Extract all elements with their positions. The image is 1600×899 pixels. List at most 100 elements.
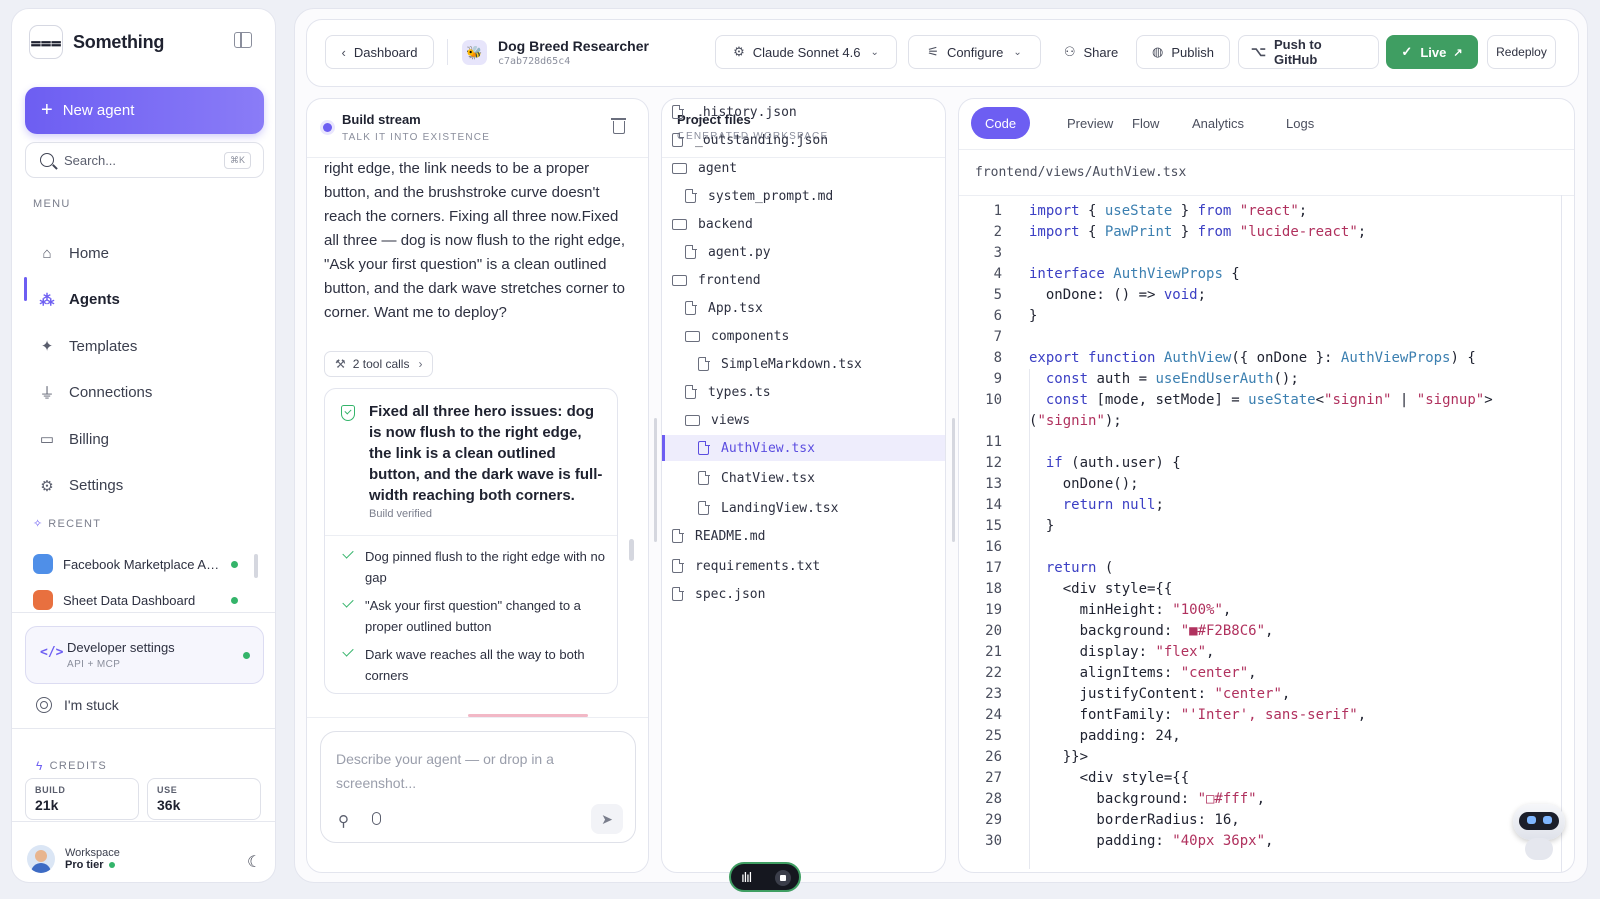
tab-preview[interactable]: Preview (1053, 107, 1127, 139)
new-agent-button[interactable]: + New agent (25, 87, 264, 134)
credit-key: BUILD (35, 785, 66, 795)
tab-code[interactable]: Code (971, 107, 1031, 139)
file-row[interactable]: _history.json (662, 99, 945, 125)
file-row[interactable]: README.md (662, 523, 945, 549)
im-stuck-link[interactable]: I'm stuck (36, 697, 119, 713)
push-to-github-button[interactable]: ⌥ Push to GitHub (1238, 35, 1379, 69)
folder-row[interactable]: backend (662, 211, 945, 237)
credit-key: USE (157, 785, 178, 795)
recent-item-label: Facebook Marketplace Au... (63, 556, 223, 572)
tab-logs[interactable]: Logs (1272, 107, 1328, 139)
file-row[interactable]: App.tsx (662, 295, 945, 321)
redeploy-button[interactable]: Redeploy (1487, 35, 1556, 69)
share-button[interactable]: ⚇ Share (1053, 35, 1129, 69)
workspace-switcher[interactable]: Workspace Pro tier (27, 845, 120, 873)
tool-calls-toggle[interactable]: ⚒ 2 tool calls › (324, 351, 434, 377)
credit-value: 36k (157, 797, 181, 813)
recent-label-text: RECENT (48, 517, 102, 530)
back-to-dashboard-button[interactable]: ‹ Dashboard (325, 35, 434, 69)
line-number: 17 (985, 560, 1002, 576)
recent-label: ✧ RECENT (33, 517, 102, 531)
code-text: if (auth.user) { (1045, 455, 1181, 471)
file-path: frontend/views/AuthView.tsx (975, 165, 1187, 180)
voice-recording-bar[interactable]: ılıl (729, 862, 801, 892)
code-line: 28 background: "□#fff", (959, 789, 1574, 810)
file-name: agent (698, 160, 738, 176)
file-icon (685, 244, 697, 259)
sidebar-item-connections[interactable]: ⏚ Connections (25, 373, 264, 413)
file-row[interactable]: SimpleMarkdown.tsx (662, 351, 945, 377)
live-button[interactable]: ✓ Live ↗ (1386, 35, 1478, 69)
file-row[interactable]: requirements.txt (662, 553, 945, 579)
paperclip-icon[interactable]: ⚲ (338, 812, 349, 830)
project-files-panel: Project files GENERATED WORKSPACE _histo… (661, 98, 946, 873)
chat-composer[interactable]: Describe your agent — or drop in a scree… (320, 731, 636, 843)
folder-row[interactable]: components (662, 323, 945, 349)
recent-scrollbar[interactable] (254, 554, 258, 578)
code-text: const auth = useEndUserAuth(); (1045, 371, 1299, 387)
code-line: 11 (959, 432, 1574, 453)
search-input[interactable]: Search... ⌘K (25, 142, 264, 178)
file-row[interactable]: AuthView.tsx (662, 435, 945, 461)
brand[interactable]: ⩶ Something (29, 25, 164, 59)
folder-row[interactable]: views (662, 407, 945, 433)
tab-analytics[interactable]: Analytics (1178, 107, 1258, 139)
file-row[interactable]: _outstanding.json (662, 127, 945, 153)
file-name: backend (698, 216, 753, 232)
send-button[interactable]: ➤ (591, 804, 623, 834)
waveform-icon: ılıl (741, 869, 752, 885)
editor-scrollbar[interactable] (1561, 195, 1562, 872)
microphone-icon[interactable] (372, 812, 381, 825)
sidebar-item-settings[interactable]: ⚙ Settings (25, 466, 264, 506)
collapse-sidebar-icon[interactable] (234, 32, 252, 48)
stop-icon[interactable] (775, 870, 791, 886)
file-name: README.md (695, 528, 766, 544)
developer-settings-card[interactable]: </> Developer settings API + MCP (25, 626, 264, 684)
sidebar-item-agents[interactable]: ⁂ Agents (25, 280, 264, 320)
folder-icon (685, 414, 700, 426)
recent-item[interactable]: Sheet Data Dashboard (33, 589, 238, 611)
code-editor[interactable]: 1 import { useState } from "react"; 2 impor… (959, 195, 1574, 872)
file-row[interactable]: ChatView.tsx (662, 465, 945, 491)
file-icon (672, 528, 684, 543)
file-row[interactable]: spec.json (662, 581, 945, 607)
file-row[interactable]: types.ts (662, 379, 945, 405)
code-text: minHeight: "100%", (1029, 602, 1232, 618)
folder-icon (672, 274, 687, 286)
file-row[interactable]: LandingView.tsx (662, 495, 945, 521)
file-row[interactable]: agent.py (662, 239, 945, 265)
folder-row[interactable]: agent (662, 155, 945, 181)
card-icon: ▭ (39, 431, 55, 448)
panel-resize-handle[interactable] (952, 418, 955, 542)
model-select[interactable]: ⚙ Claude Sonnet 4.6 ⌄ (715, 35, 897, 69)
sidebar-item-home[interactable]: ⌂ Home (25, 233, 264, 273)
check-item: Dark wave reaches all the way to both co… (341, 644, 611, 686)
configure-button[interactable]: ⚟ Configure ⌄ (908, 35, 1041, 69)
code-line: 24 fontFamily: "'Inter', sans-serif", (959, 705, 1574, 726)
trash-icon[interactable] (611, 118, 626, 134)
chevron-right-icon: › (418, 357, 423, 371)
code-text: padding: "40px 36px", (1029, 833, 1274, 849)
file-name: components (711, 328, 790, 344)
file-row[interactable]: system_prompt.md (662, 183, 945, 209)
line-number: 26 (985, 749, 1002, 765)
code-line: 18 <div style={{ (959, 579, 1574, 600)
file-name: AuthView.tsx (721, 440, 815, 456)
assistant-robot-icon[interactable] (1507, 800, 1569, 862)
sidebar-item-billing[interactable]: ▭ Billing (25, 419, 264, 459)
assistant-message: right edge, the link needs to be a prope… (324, 160, 626, 321)
line-number: 19 (985, 602, 1002, 618)
lifebuoy-icon (36, 697, 52, 713)
files-scrollbar[interactable] (654, 418, 657, 542)
globe-icon: ◍ (1152, 44, 1164, 59)
recent-item[interactable]: Facebook Marketplace Au... (33, 553, 238, 575)
chat-scrollbar[interactable] (629, 539, 634, 561)
code-text: onDone(); (1029, 476, 1139, 492)
code-line: 22 alignItems: "center", (959, 663, 1574, 684)
sidebar-item-templates[interactable]: ✦ Templates (25, 326, 264, 366)
tab-flow[interactable]: Flow (1118, 107, 1173, 139)
moon-icon[interactable]: ☾ (247, 852, 261, 872)
build-stream-title: Build stream (342, 112, 421, 127)
publish-button[interactable]: ◍ Publish (1136, 35, 1230, 69)
folder-row[interactable]: frontend (662, 267, 945, 293)
